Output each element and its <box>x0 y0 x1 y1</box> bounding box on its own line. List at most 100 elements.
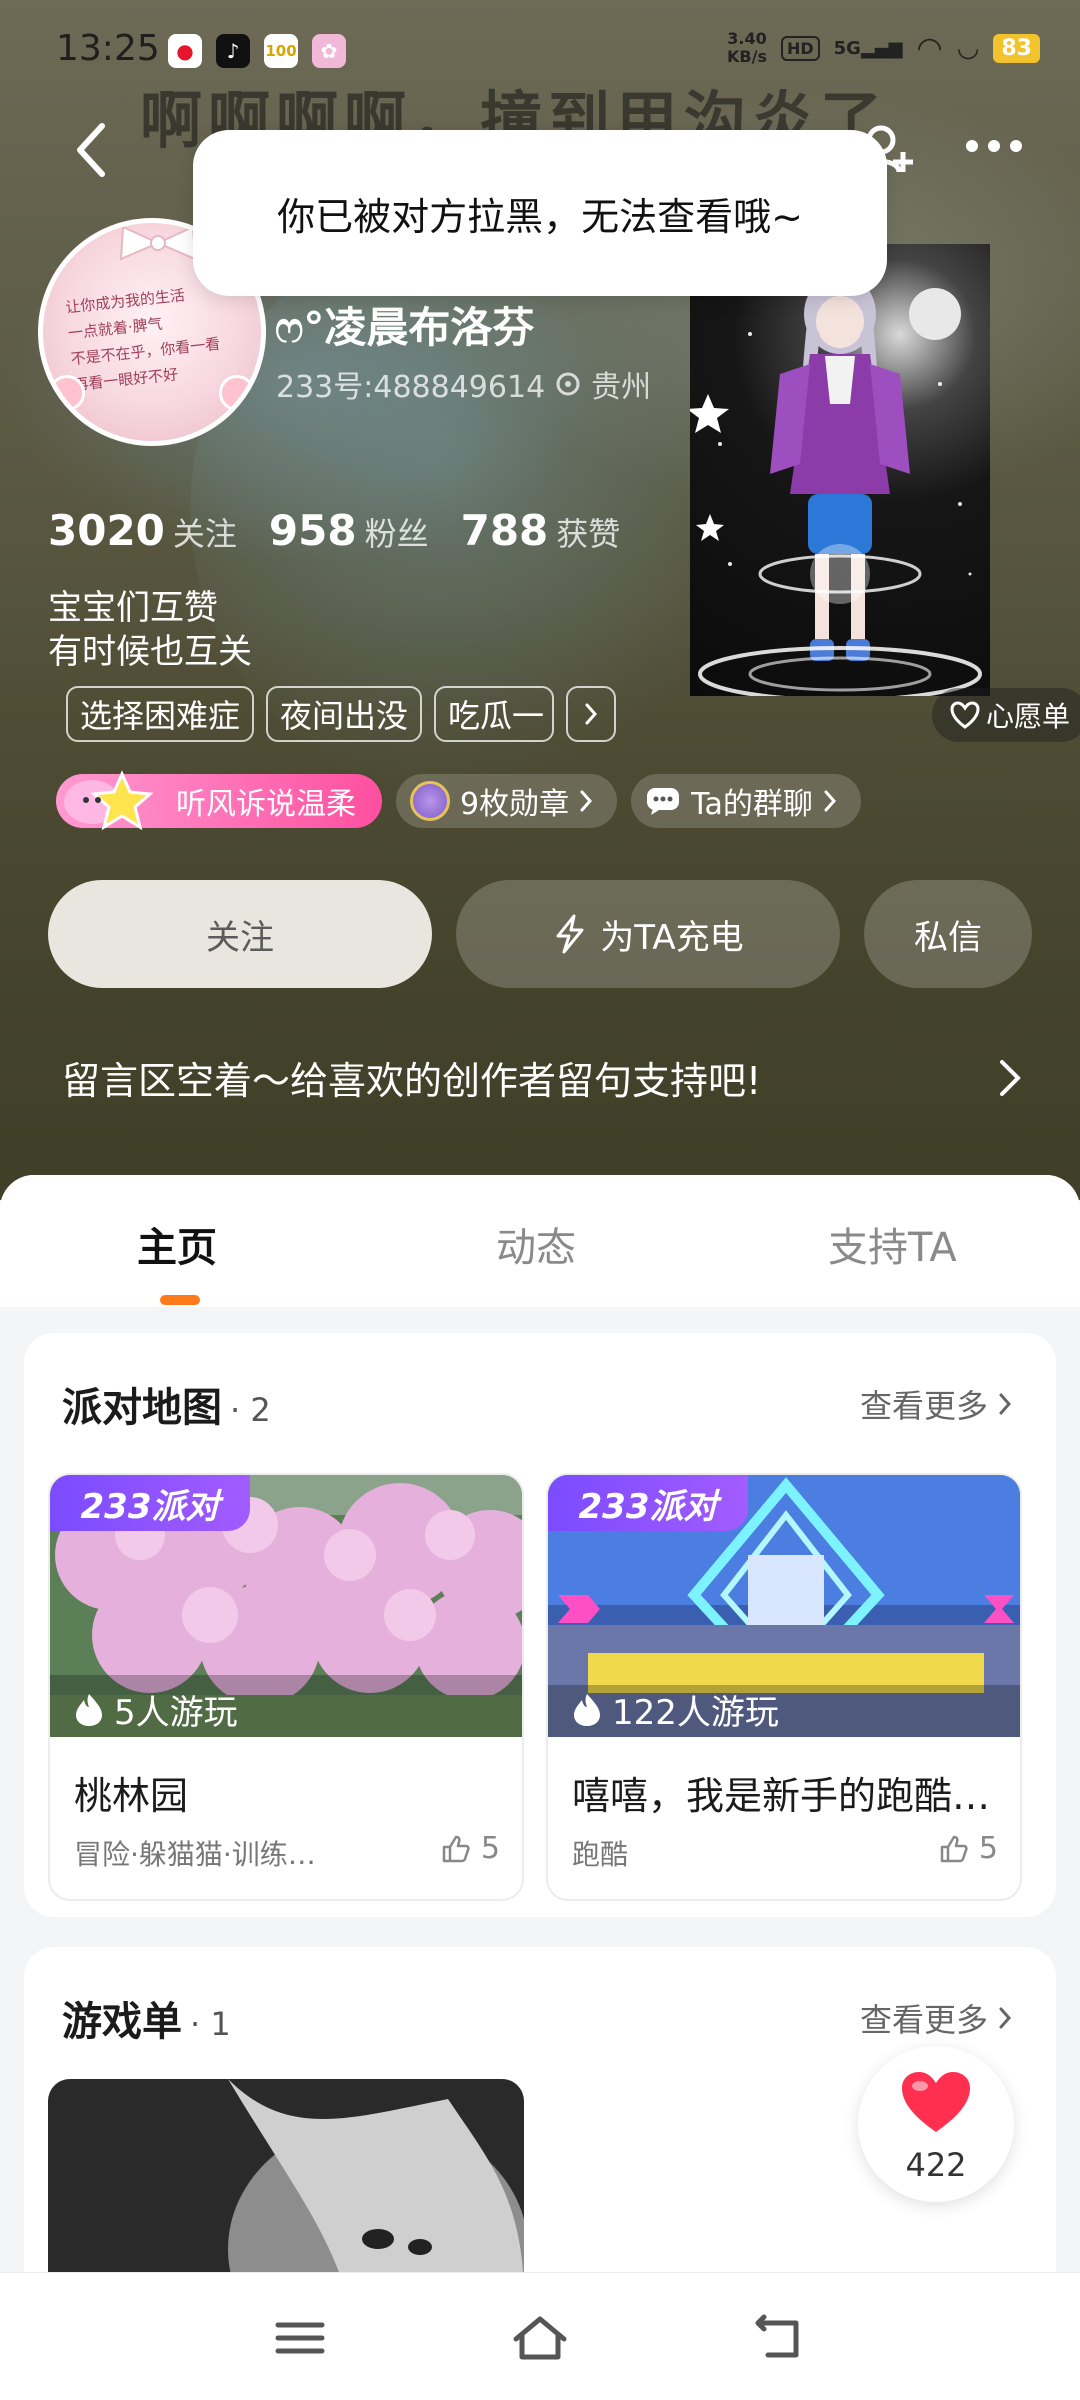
chevron-right-icon <box>824 790 836 812</box>
charge-button[interactable]: 为TA充电 <box>456 880 840 988</box>
user-id-row: 233号:488849614 贵州 <box>276 362 651 406</box>
network-speed: 3.40 KB/s <box>727 30 767 66</box>
players-label: 122人游玩 <box>612 1693 779 1733</box>
game-list-more-link[interactable]: 查看更多 <box>860 1995 1012 2041</box>
party-map-card[interactable]: 233派对 122人游玩 嘻嘻，我是新手的跑酷… 跑酷 5 <box>546 1473 1022 1901</box>
follow-button[interactable]: 关注 <box>48 880 432 988</box>
character-figure <box>690 272 982 696</box>
game-list-thumbnail[interactable] <box>48 2079 524 2299</box>
100-icon: 100 <box>264 34 298 68</box>
map-likes[interactable]: 5 <box>939 1831 998 1866</box>
party-map-card[interactable]: 233派对 5人游玩 桃林园 冒险·躲猫猫·训练… 5 <box>48 1473 524 1901</box>
wifi-secondary-icon: ◡ <box>956 33 980 63</box>
like-button[interactable]: 422 <box>858 2046 1014 2202</box>
wishlist-label: 心愿单 <box>986 700 1071 733</box>
profile-stats: 3020 关注 958 粉丝 788 获赞 <box>48 506 620 555</box>
game-list-title: 游戏单 <box>62 1999 182 2045</box>
tag-item[interactable]: 夜间出没 <box>266 686 423 742</box>
player-count: 5人游玩 <box>74 1685 238 1734</box>
message-button[interactable]: 私信 <box>864 880 1032 988</box>
like-count: 422 <box>905 2146 967 2184</box>
bio-line: 有时候也互关 <box>48 632 252 672</box>
tag-item[interactable]: 选择困难症 <box>66 686 255 742</box>
map-thumbnail: 233派对 5人游玩 <box>50 1475 522 1737</box>
thumbs-up-icon <box>442 1835 470 1862</box>
system-nav-bar <box>0 2272 1080 2400</box>
user-bio: 宝宝们互赞 有时候也互关 <box>48 586 252 674</box>
game-list-cover <box>228 2079 524 2299</box>
tag-item[interactable]: 吃瓜一 <box>434 686 555 742</box>
stat-value: 788 <box>460 506 549 555</box>
blocked-toast: 你已被对方拉黑，无法查看哦~ <box>193 130 887 296</box>
speed-value: 3.40 <box>727 29 767 48</box>
fire-icon <box>76 1693 102 1726</box>
status-indicators: 3.40 KB/s HD 5G▂▄▆ ◠ ◡ 83 <box>727 30 1040 66</box>
charge-label: 为TA充电 <box>600 917 744 958</box>
back-icon[interactable] <box>72 120 112 180</box>
likes-count: 5 <box>480 1831 500 1866</box>
party-map-section: 派对地图 · 2 查看更多 233派对 5人游玩 桃林园 冒险·躲猫猫·训练… … <box>24 1333 1056 1917</box>
tags-expand-button[interactable] <box>566 686 617 742</box>
comment-prompt-text: 留言区空着～给喜欢的创作者留句支持吧! <box>62 1059 762 1103</box>
stat-fans[interactable]: 958 粉丝 <box>269 506 429 555</box>
stat-value: 958 <box>268 506 357 555</box>
medals-label: 9枚勋章 <box>460 787 570 822</box>
stat-label: 关注 <box>172 515 237 553</box>
interest-tags: 选择困难症 夜间出没 吃瓜一 <box>66 686 617 742</box>
bio-line: 宝宝们互赞 <box>48 588 218 628</box>
stat-label: 粉丝 <box>364 515 429 553</box>
thumbs-up-icon <box>940 1835 968 1862</box>
more-label: 查看更多 <box>859 1387 988 1425</box>
paw-icon <box>219 375 255 411</box>
tab-support[interactable]: 支持TA <box>828 1215 957 1273</box>
menu-icon[interactable] <box>270 2313 330 2363</box>
medal-icon <box>410 781 450 821</box>
stat-following[interactable]: 3020 关注 <box>48 506 237 555</box>
section-title: 派对地图 · 2 <box>62 1375 271 1433</box>
section-title: 游戏单 · 1 <box>62 1989 231 2047</box>
likes-count: 5 <box>978 1831 998 1866</box>
chevron-right-icon <box>999 1393 1012 1415</box>
avatar-character-card[interactable] <box>690 244 990 696</box>
tab-feed[interactable]: 动态 <box>496 1215 576 1273</box>
heart-outline-icon <box>950 701 980 729</box>
star-mascot-icon <box>64 770 154 831</box>
game-icon: ✿ <box>312 34 346 68</box>
stat-likes[interactable]: 788 获赞 <box>461 506 621 555</box>
speed-unit: KB/s <box>727 47 767 66</box>
status-time: 13:25 <box>56 28 160 69</box>
tab-home[interactable]: 主页 <box>137 1215 217 1273</box>
weibo-icon: ● <box>168 34 202 68</box>
map-thumbnail: 233派对 122人游玩 <box>548 1475 1020 1737</box>
tiktok-icon: ♪ <box>216 34 250 68</box>
stat-value: 3020 <box>48 506 165 555</box>
heart-icon <box>902 2072 970 2132</box>
location-icon <box>556 372 580 396</box>
title-badge[interactable]: 听风诉说温柔 <box>56 770 382 831</box>
group-chat-label: Ta的群聊 <box>691 787 813 822</box>
game-list-count: · 1 <box>190 2005 231 2043</box>
back-nav-icon[interactable] <box>750 2313 810 2363</box>
map-name: 桃林园 <box>74 1774 189 1818</box>
group-chat-button[interactable]: Ta的群聊 <box>631 774 861 828</box>
fire-icon <box>574 1693 600 1726</box>
map-likes[interactable]: 5 <box>441 1831 500 1866</box>
party-map-more-link[interactable]: 查看更多 <box>860 1381 1012 1427</box>
comment-prompt[interactable]: 留言区空着～给喜欢的创作者留句支持吧! <box>62 1050 1022 1105</box>
map-genres: 冒险·躲猫猫·训练… <box>74 1838 316 1871</box>
more-options-icon[interactable] <box>966 140 1022 152</box>
party-tag: 233派对 <box>548 1475 748 1531</box>
party-tag: 233派对 <box>50 1475 250 1531</box>
active-tab-indicator <box>160 1295 200 1305</box>
user-location: 贵州 <box>591 370 652 405</box>
wifi-icon: ◠ <box>916 30 943 66</box>
home-icon[interactable] <box>510 2313 570 2363</box>
tab-bar: 主页 动态 支持TA <box>0 1175 1080 1307</box>
title-badge-label: 听风诉说温柔 <box>176 787 356 822</box>
wishlist-button[interactable]: 心愿单 <box>932 688 1080 742</box>
toast-message: 你已被对方拉黑，无法查看哦~ <box>277 194 803 239</box>
party-map-title: 派对地图 <box>62 1385 222 1431</box>
chat-bubble-icon <box>647 788 680 815</box>
player-count: 122人游玩 <box>572 1685 779 1734</box>
medals-button[interactable]: 9枚勋章 <box>396 774 618 828</box>
